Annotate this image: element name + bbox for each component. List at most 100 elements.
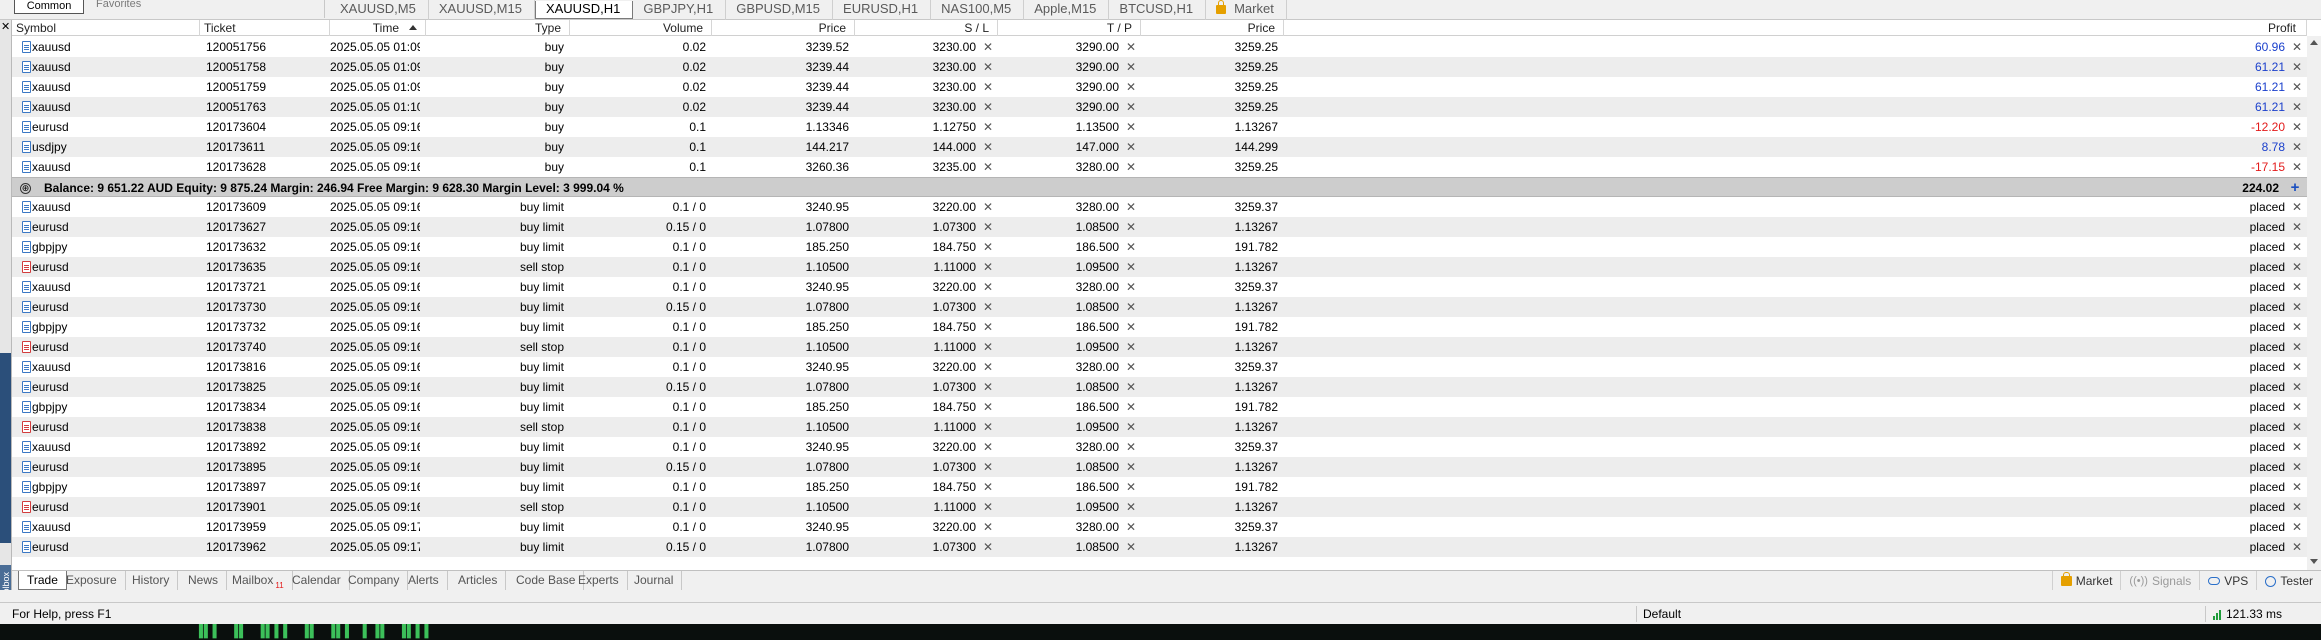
remove-take-profit-icon[interactable]: ✕ [1125, 517, 1137, 537]
remove-stop-loss-icon[interactable]: ✕ [982, 457, 994, 477]
delete-order-icon[interactable]: ✕ [2291, 537, 2303, 557]
order-row[interactable]: eurusd 120173895 2025.05.05 09:16:53 buy li… [12, 457, 2307, 477]
remove-take-profit-icon[interactable]: ✕ [1125, 157, 1137, 177]
delete-order-icon[interactable]: ✕ [2291, 337, 2303, 357]
delete-order-icon[interactable]: ✕ [2291, 437, 2303, 457]
order-row[interactable]: xauusd 120173959 2025.05.05 09:17:05 buy li… [12, 517, 2307, 537]
order-row[interactable]: xauusd 120173721 2025.05.05 09:16:24 buy li… [12, 277, 2307, 297]
remove-take-profit-icon[interactable]: ✕ [1125, 457, 1137, 477]
remove-stop-loss-icon[interactable]: ✕ [982, 237, 994, 257]
remove-stop-loss-icon[interactable]: ✕ [982, 537, 994, 557]
vertical-scrollbar[interactable] [2307, 36, 2321, 570]
remove-take-profit-icon[interactable]: ✕ [1125, 217, 1137, 237]
col-sl-header[interactable]: S / L [855, 20, 998, 36]
delete-order-icon[interactable]: ✕ [2291, 477, 2303, 497]
remove-stop-loss-icon[interactable]: ✕ [982, 477, 994, 497]
remove-stop-loss-icon[interactable]: ✕ [982, 437, 994, 457]
position-row[interactable]: xauusd 120051758 2025.05.05 01:09:59 buy 0.0… [12, 57, 2307, 77]
remove-take-profit-icon[interactable]: ✕ [1125, 377, 1137, 397]
tab-news[interactable]: News [180, 571, 228, 591]
chart-tab-gbpusd-m15[interactable]: GBPUSD,M15 [726, 0, 834, 20]
delete-order-icon[interactable]: ✕ [2291, 277, 2303, 297]
tab-exposure[interactable]: Exposure [58, 571, 126, 591]
delete-order-icon[interactable]: ✕ [2291, 497, 2303, 517]
remove-take-profit-icon[interactable]: ✕ [1125, 477, 1137, 497]
remove-stop-loss-icon[interactable]: ✕ [982, 97, 994, 117]
delete-order-icon[interactable]: ✕ [2291, 297, 2303, 317]
chart-tab-btcusd-h1[interactable]: BTCUSD,H1 [1109, 0, 1207, 20]
delete-order-icon[interactable]: ✕ [2291, 357, 2303, 377]
col-price-header[interactable]: Price [712, 20, 855, 36]
remove-take-profit-icon[interactable]: ✕ [1125, 337, 1137, 357]
close-position-icon[interactable]: ✕ [2291, 57, 2303, 77]
order-row[interactable]: gbpjpy 120173834 2025.05.05 09:16:39 buy li… [12, 397, 2307, 417]
close-position-icon[interactable]: ✕ [2291, 137, 2303, 157]
delete-order-icon[interactable]: ✕ [2291, 397, 2303, 417]
remove-stop-loss-icon[interactable]: ✕ [982, 337, 994, 357]
toolbox-label[interactable]: Toolbox [0, 565, 11, 590]
scroll-up-icon[interactable] [2310, 40, 2318, 45]
col-time-header[interactable]: Time [330, 20, 426, 36]
remove-stop-loss-icon[interactable]: ✕ [982, 297, 994, 317]
col-ticket-header[interactable]: Ticket [200, 20, 330, 36]
order-row[interactable]: gbpjpy 120173897 2025.05.05 09:16:53 buy li… [12, 477, 2307, 497]
delete-order-icon[interactable]: ✕ [2291, 457, 2303, 477]
tab-mailbox[interactable]: Mailbox 11 [224, 571, 293, 591]
position-row[interactable]: usdjpy 120173611 2025.05.05 09:16:10 buy 0.1… [12, 137, 2307, 157]
status-connection[interactable]: 121.33 ms [2213, 603, 2282, 625]
tab-company[interactable]: Company [340, 571, 409, 591]
close-position-icon[interactable]: ✕ [2291, 157, 2303, 177]
remove-take-profit-icon[interactable]: ✕ [1125, 117, 1137, 137]
position-row[interactable]: eurusd 120173604 2025.05.05 09:16:09 buy 0.1… [12, 117, 2307, 137]
order-row[interactable]: gbpjpy 120173732 2025.05.05 09:16:26 buy li… [12, 317, 2307, 337]
chart-tab-eurusd-h1[interactable]: EURUSD,H1 [833, 0, 932, 20]
order-row[interactable]: eurusd 120173838 2025.05.05 09:16:40 sell s… [12, 417, 2307, 437]
order-row[interactable]: xauusd 120173609 2025.05.05 09:16:09 buy li… [12, 197, 2307, 217]
remove-take-profit-icon[interactable]: ✕ [1125, 317, 1137, 337]
chart-tab-xauusd-m5[interactable]: XAUUSD,M5 [330, 0, 429, 20]
close-position-icon[interactable]: ✕ [2291, 97, 2303, 117]
remove-stop-loss-icon[interactable]: ✕ [982, 357, 994, 377]
remove-take-profit-icon[interactable]: ✕ [1125, 97, 1137, 117]
tab-articles[interactable]: Articles [450, 571, 507, 591]
order-row[interactable]: eurusd 120173730 2025.05.05 09:16:25 buy li… [12, 297, 2307, 317]
remove-stop-loss-icon[interactable]: ✕ [982, 517, 994, 537]
order-row[interactable]: eurusd 120173825 2025.05.05 09:16:39 buy li… [12, 377, 2307, 397]
order-row[interactable]: eurusd 120173627 2025.05.05 09:16:11 buy li… [12, 217, 2307, 237]
tab-journal[interactable]: Journal [626, 571, 683, 591]
position-row[interactable]: xauusd 120051756 2025.05.05 01:09:58 buy 0.0… [12, 37, 2307, 57]
position-row[interactable]: xauusd 120173628 2025.05.05 09:16:11 buy 0.1… [12, 157, 2307, 177]
chart-tab-apple-m15[interactable]: Apple,M15 [1024, 0, 1110, 20]
tab-alerts[interactable]: Alerts [400, 571, 448, 591]
remove-take-profit-icon[interactable]: ✕ [1125, 277, 1137, 297]
delete-order-icon[interactable]: ✕ [2291, 257, 2303, 277]
close-position-icon[interactable]: ✕ [2291, 77, 2303, 97]
tab-tester[interactable]: Tester [2256, 571, 2321, 591]
col-type-header[interactable]: Type [426, 20, 570, 36]
remove-take-profit-icon[interactable]: ✕ [1125, 397, 1137, 417]
order-row[interactable]: xauusd 120173892 2025.05.05 09:16:51 buy li… [12, 437, 2307, 457]
position-row[interactable]: xauusd 120051763 2025.05.05 01:10:00 buy 0.0… [12, 97, 2307, 117]
tab-market[interactable]: Market [2051, 571, 2121, 591]
remove-take-profit-icon[interactable]: ✕ [1125, 537, 1137, 557]
remove-take-profit-icon[interactable]: ✕ [1125, 357, 1137, 377]
order-row[interactable]: xauusd 120173816 2025.05.05 09:16:38 buy li… [12, 357, 2307, 377]
remove-stop-loss-icon[interactable]: ✕ [982, 497, 994, 517]
remove-stop-loss-icon[interactable]: ✕ [982, 197, 994, 217]
close-position-icon[interactable]: ✕ [2291, 37, 2303, 57]
order-row[interactable]: eurusd 120173962 2025.05.05 09:17:06 buy li… [12, 537, 2307, 557]
tab-common[interactable]: Common [14, 0, 84, 14]
remove-take-profit-icon[interactable]: ✕ [1125, 77, 1137, 97]
col-volume-header[interactable]: Volume [570, 20, 712, 36]
remove-take-profit-icon[interactable]: ✕ [1125, 237, 1137, 257]
remove-stop-loss-icon[interactable]: ✕ [982, 77, 994, 97]
remove-take-profit-icon[interactable]: ✕ [1125, 137, 1137, 157]
tab-vps[interactable]: VPS [2199, 571, 2256, 591]
remove-take-profit-icon[interactable]: ✕ [1125, 297, 1137, 317]
col-tp-header[interactable]: T / P [998, 20, 1141, 36]
col-symbol-header[interactable]: Symbol [12, 20, 200, 36]
remove-stop-loss-icon[interactable]: ✕ [982, 257, 994, 277]
status-profile[interactable]: Default [1643, 603, 1681, 625]
tab-signals[interactable]: ((•)) Signals [2120, 571, 2199, 591]
order-row[interactable]: eurusd 120173901 2025.05.05 09:16:53 sell s… [12, 497, 2307, 517]
